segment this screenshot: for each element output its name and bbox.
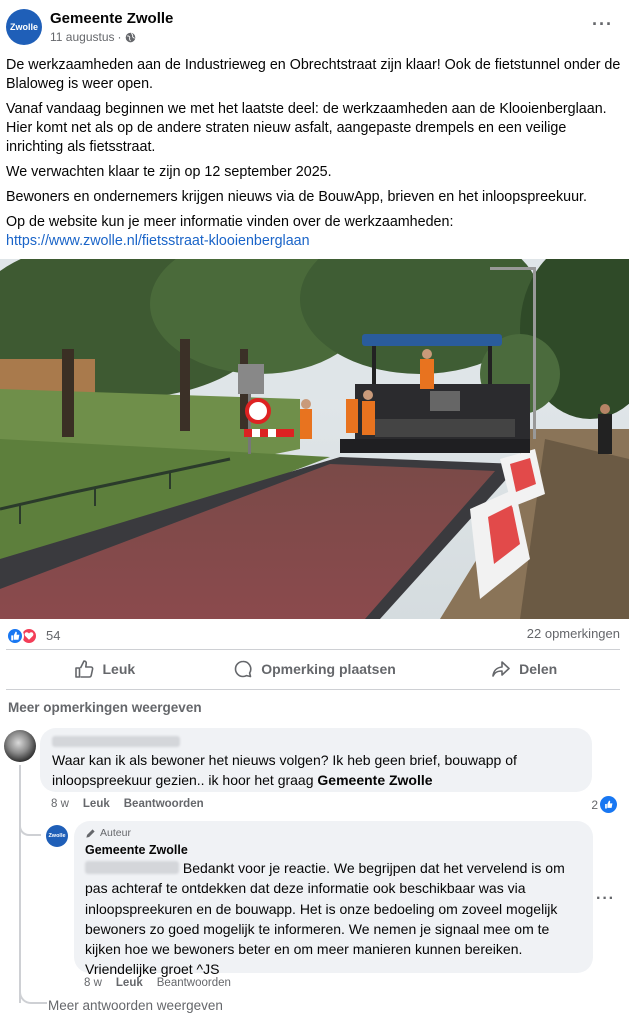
post-paragraph: Bewoners en ondernemers krijgen nieuws v… [6, 189, 587, 205]
reply-age[interactable]: 8 w [84, 977, 102, 989]
like-reaction-icon [600, 796, 617, 813]
date-separator: · [117, 30, 122, 44]
like-reaction-icon [6, 627, 24, 645]
post-paragraph: Op de website kun je meer informatie vin… [6, 213, 622, 251]
comment-button[interactable]: Opmerking plaatsen [210, 651, 420, 687]
author-badge-label: Auteur [100, 827, 131, 839]
post-paragraph: De werkzaamheden aan de Industrieweg en … [6, 57, 621, 92]
reply-bubble: Auteur Gemeente Zwolle Bedankt voor je r… [74, 821, 593, 977]
post-paragraph: Vanaf vandaag beginnen we met het laatst… [6, 101, 607, 155]
share-label: Delen [519, 661, 558, 677]
comment-like-button[interactable]: Leuk [83, 798, 110, 810]
comment-text: Waar kan ik als bewoner het nieuws volge… [52, 750, 580, 790]
reactions-bar: 54 22 opmerkingen [0, 620, 629, 650]
reply-reply-button[interactable]: Beantwoorden [157, 977, 231, 989]
reaction-icons[interactable] [6, 627, 38, 645]
action-bar: Leuk Opmerking plaatsen Delen [0, 651, 629, 687]
post-photo[interactable] [0, 259, 629, 619]
reply-author-name[interactable]: Gemeente Zwolle [85, 843, 582, 857]
post-body: De werkzaamheden aan de Industrieweg en … [6, 56, 622, 251]
comment-mention[interactable]: Gemeente Zwolle [317, 772, 432, 788]
more-replies-connector [19, 982, 47, 1004]
thread-line [19, 765, 21, 1003]
author-badge: Auteur [85, 827, 582, 839]
road-construction-photo [0, 259, 629, 619]
like-button[interactable]: Leuk [0, 651, 210, 687]
comment-body: Waar kan ik als bewoner het nieuws volge… [52, 752, 517, 788]
reply-text: Bedankt voor je reactie. We begrijpen da… [85, 858, 582, 980]
divider [6, 649, 620, 650]
comment-like-number: 2 [591, 797, 598, 812]
comment-meta: 8 w Leuk Beantwoorden [51, 798, 204, 810]
like-label: Leuk [102, 661, 136, 677]
share-button[interactable]: Delen [419, 651, 629, 687]
reaction-count[interactable]: 54 [46, 628, 60, 643]
reply-avatar[interactable]: Zwolle [46, 825, 68, 847]
commenter-avatar[interactable] [4, 730, 36, 762]
link-intro: Op de website kun je meer informatie vin… [6, 214, 454, 230]
share-icon [492, 661, 510, 677]
more-replies-link[interactable]: Meer antwoorden weergeven [48, 998, 223, 1013]
comment-age[interactable]: 8 w [51, 798, 69, 810]
page-avatar[interactable]: Zwolle [6, 9, 42, 45]
comment-label: Opmerking plaatsen [261, 661, 396, 677]
more-comments-link[interactable]: Meer opmerkingen weergeven [8, 700, 202, 715]
comment-count[interactable]: 22 opmerkingen [527, 626, 620, 641]
comment-bubble: Waar kan ik als bewoner het nieuws volge… [40, 728, 592, 792]
post-link[interactable]: https://www.zwolle.nl/fietsstraat-klooie… [6, 233, 310, 249]
reply-like-button[interactable]: Leuk [116, 977, 143, 989]
post-paragraph: We verwachten klaar te zijn op 12 septem… [6, 164, 332, 180]
post-more-icon[interactable]: ··· [592, 14, 613, 35]
comment-icon [234, 660, 252, 678]
globe-icon [125, 32, 135, 42]
post-date[interactable]: 11 augustus [50, 30, 115, 44]
comment-like-count[interactable]: 2 [591, 796, 617, 813]
post-header: Zwolle Gemeente Zwolle 11 augustus · ··· [0, 0, 629, 52]
page-name[interactable]: Gemeente Zwolle [50, 10, 173, 27]
post-meta: 11 augustus · [50, 30, 136, 44]
comment-reply-button[interactable]: Beantwoorden [124, 798, 204, 810]
divider [6, 689, 620, 690]
reply-body: Bedankt voor je reactie. We begrijpen da… [85, 860, 565, 978]
reply-more-icon[interactable]: ··· [596, 890, 615, 908]
reply-connector [19, 820, 41, 836]
commenter-name-blurred[interactable] [52, 736, 180, 747]
reply-meta: 8 w Leuk Beantwoorden [84, 977, 231, 989]
thumbs-up-icon [75, 660, 94, 678]
pencil-icon [86, 828, 95, 838]
tagged-name-blurred[interactable] [85, 861, 179, 874]
